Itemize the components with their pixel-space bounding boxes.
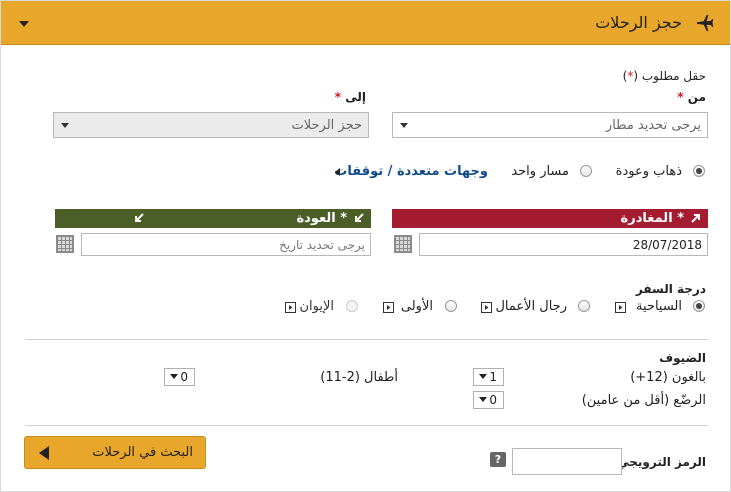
arrow-down-left-icon: [135, 213, 144, 222]
dropdown-arrow-icon: [400, 123, 408, 128]
help-icon[interactable]: ?: [490, 452, 506, 467]
to-label: إلى *: [334, 90, 366, 104]
calendar-icon[interactable]: [56, 235, 74, 253]
children-label: أطفال (2-11): [320, 370, 398, 385]
cabin-economy-radio[interactable]: [693, 300, 705, 312]
from-label: من *: [677, 90, 706, 104]
required-note: حقل مطلوب (*): [622, 69, 706, 83]
dropdown-arrow-icon: [170, 374, 178, 379]
cabin-business-label[interactable]: رجال الأعمال: [495, 299, 567, 314]
collapse-caret-icon[interactable]: [19, 21, 29, 27]
from-airport-select[interactable]: يرجى تحديد مطار: [392, 112, 708, 138]
panel-header[interactable]: حجز الرحلات: [1, 1, 730, 45]
adults-label: بالغون (12+): [630, 370, 706, 385]
to-airport-select[interactable]: حجز الرحلات: [53, 112, 369, 138]
departure-header: المغادرة *: [392, 209, 708, 228]
cabin-iwan-label: الإيوان: [299, 299, 334, 314]
departure-date-input[interactable]: 28/07/2018: [419, 233, 708, 256]
promo-code-input[interactable]: [512, 448, 622, 475]
info-icon[interactable]: [481, 302, 492, 313]
divider: [25, 339, 708, 340]
guests-label: الضيوف: [659, 351, 706, 365]
dropdown-arrow-icon: [61, 123, 69, 128]
calendar-icon[interactable]: [394, 235, 412, 253]
return-header: العودة *: [55, 209, 371, 228]
cabin-economy-label[interactable]: السياحية: [636, 299, 682, 314]
infants-select[interactable]: 0: [473, 391, 504, 409]
arrow-up-right-icon: [691, 214, 700, 223]
adults-select[interactable]: 1: [473, 368, 504, 386]
arrow-left-icon: [39, 446, 49, 460]
dropdown-arrow-icon: [479, 397, 487, 402]
return-date-input[interactable]: يرجى تحديد تاريخ: [81, 233, 371, 256]
info-icon[interactable]: [285, 302, 296, 313]
multicity-arrow-icon: [335, 168, 340, 176]
dropdown-arrow-icon: [479, 374, 487, 379]
search-flights-button[interactable]: البحث في الرحلات: [24, 436, 206, 469]
cabin-iwan-radio: [346, 300, 358, 312]
panel-title: حجز الرحلات: [595, 13, 682, 32]
infants-label: الرضّع (أقل من عامين): [581, 393, 706, 408]
flight-booking-panel: حجز الرحلات حقل مطلوب (*) من * إلى * يرج…: [0, 0, 731, 492]
oneway-radio[interactable]: [580, 165, 592, 177]
cabin-first-radio[interactable]: [445, 300, 457, 312]
info-icon[interactable]: [615, 302, 626, 313]
promo-code-label: الرمز الترويجي: [617, 455, 706, 469]
cabin-class-label: درجة السفر: [635, 282, 706, 296]
oneway-label[interactable]: مسار واحد: [511, 164, 569, 179]
multicity-link[interactable]: وجهات متعددة / توقفات: [334, 164, 488, 179]
divider: [25, 425, 708, 426]
cabin-first-label[interactable]: الأولى: [401, 299, 433, 314]
roundtrip-label[interactable]: ذهاب وعودة: [616, 164, 682, 179]
info-icon[interactable]: [383, 302, 394, 313]
arrow-down-left-icon: [355, 213, 364, 222]
children-select[interactable]: 0: [164, 368, 195, 386]
cabin-business-radio[interactable]: [578, 300, 590, 312]
plane-icon: [696, 14, 714, 32]
roundtrip-radio[interactable]: [693, 165, 705, 177]
